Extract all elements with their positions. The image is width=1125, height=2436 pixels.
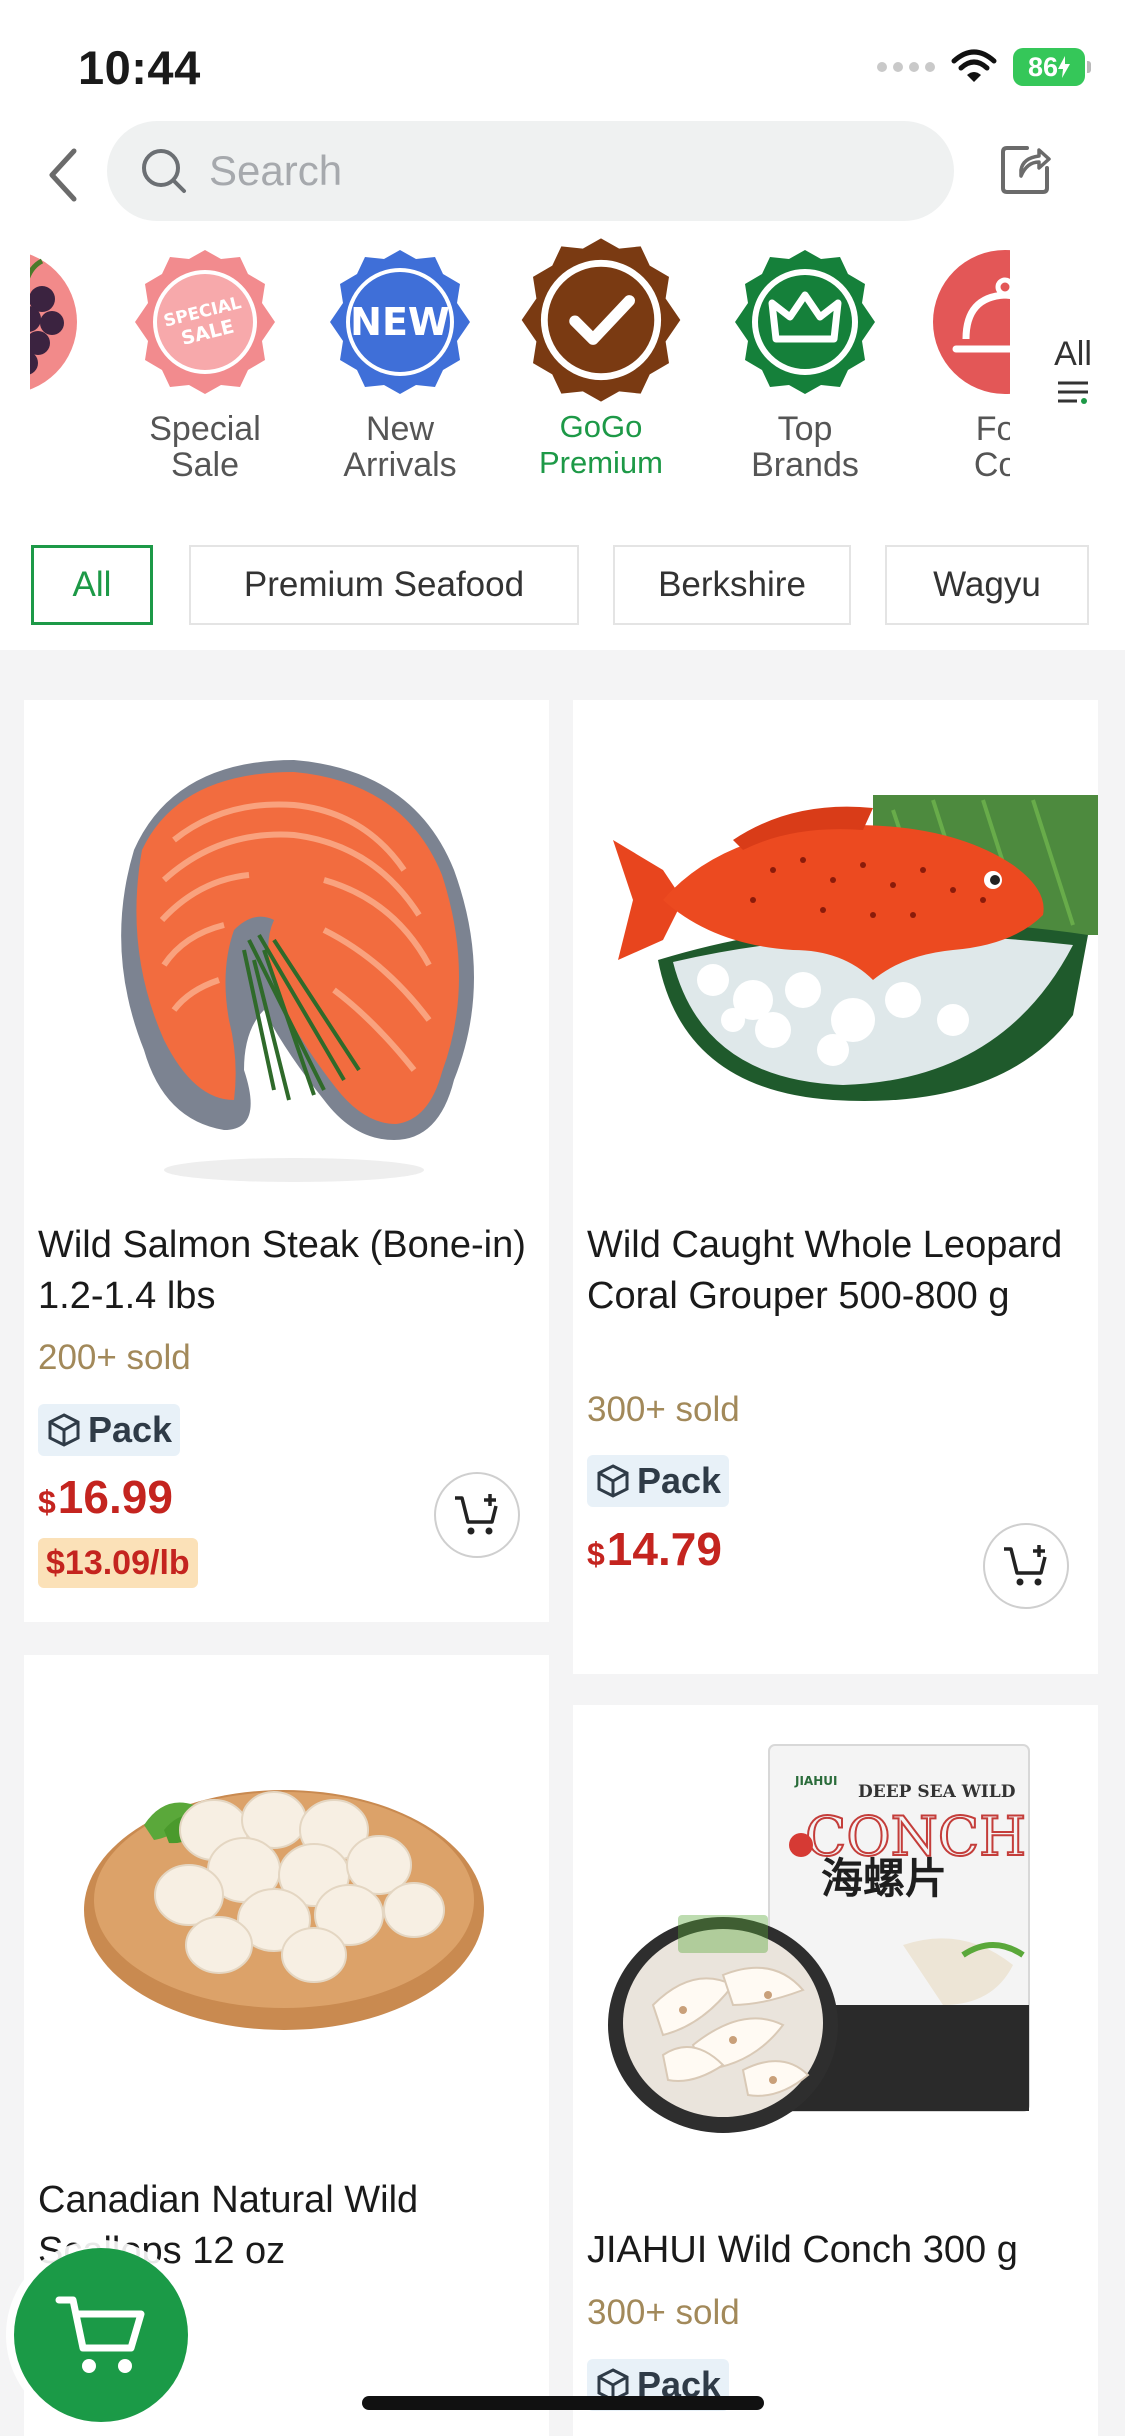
svg-text:NEW: NEW (350, 300, 450, 344)
search-icon (137, 144, 191, 198)
shopping-cart-icon (55, 2296, 145, 2373)
product-sold-count: 200+ sold (38, 1338, 191, 1377)
price-currency: $ (38, 1484, 56, 1520)
price-amount: 16.99 (57, 1471, 173, 1523)
product-title[interactable]: JIAHUI Wild Conch 300 g (587, 2225, 1087, 2276)
category-label: New Arrivals (343, 410, 457, 484)
add-to-cart-button[interactable] (434, 1472, 520, 1558)
filter-chip-bar: All Premium Seafood Berkshire Wagyu (0, 515, 1125, 650)
crown-icon (730, 247, 880, 397)
category-gogo-premium[interactable]: GoGo Premium (506, 238, 696, 481)
product-title[interactable]: Wild Caught Whole Leopard Coral Grouper … (587, 1220, 1087, 1322)
pack-label: Pack (88, 1409, 173, 1450)
back-button[interactable] (30, 137, 96, 213)
package-icon (48, 1413, 80, 1447)
all-categories-label: All (1054, 335, 1092, 373)
status-icons: 86 (877, 48, 1091, 86)
category-carousel: it SPECIAL SALE Special Sale NEW (0, 235, 1125, 515)
premium-check-icon (516, 235, 686, 405)
grapes-icon (30, 247, 80, 397)
new-badge-icon: NEW (325, 247, 475, 397)
filter-chip-berkshire[interactable]: Berkshire (613, 545, 851, 625)
special-sale-icon: SPECIAL SALE (130, 247, 280, 397)
category-label: GoGo Premium (538, 409, 663, 480)
product-image-conch[interactable]: JIAHUI DEEP SEA WILD CONCH 海螺片 (573, 1705, 1098, 2205)
category-new-arrivals[interactable]: NEW New Arrivals (305, 247, 495, 483)
cellular-signal-icon (877, 62, 935, 72)
product-sold-count: 300+ sold (587, 1390, 740, 1429)
status-time: 10:44 (78, 41, 201, 94)
category-top-brands[interactable]: Top Brands (710, 247, 900, 483)
category-fruit[interactable]: it (30, 247, 100, 447)
category-scroll-area[interactable]: it SPECIAL SALE Special Sale NEW (30, 235, 1010, 515)
category-label: Special Sale (149, 410, 261, 484)
package-sub-text: DEEP SEA WILD (858, 1782, 1016, 1802)
charging-bolt-icon (1058, 56, 1071, 78)
product-title[interactable]: Wild Salmon Steak (Bone-in) 1.2-1.4 lbs (38, 1220, 538, 1322)
category-label: Top Brands (751, 410, 859, 484)
chevron-left-icon (49, 148, 77, 202)
cart-plus-icon (455, 1494, 498, 1535)
filter-chip-premium-seafood[interactable]: Premium Seafood (189, 545, 579, 625)
product-image-scallops[interactable] (24, 1655, 549, 2155)
package-brand-text: JIAHUI (794, 1774, 837, 1788)
status-bar: 10:44 86 (0, 0, 1125, 115)
search-input[interactable]: Search (107, 121, 954, 221)
home-indicator[interactable] (362, 2396, 764, 2410)
filter-lines-icon (1058, 381, 1088, 404)
floating-cart-button[interactable] (14, 2248, 188, 2422)
package-icon (597, 1464, 629, 1498)
wifi-icon (951, 49, 997, 82)
share-icon (1001, 146, 1051, 194)
product-image-salmon-steak[interactable] (24, 700, 549, 1210)
product-price: $ 16.99 (38, 1470, 173, 1524)
price-amount: 14.79 (606, 1523, 722, 1575)
category-food-court[interactable]: Foo Cou (910, 247, 1010, 483)
cart-plus-icon (1004, 1545, 1047, 1586)
unit-price-badge: $13.09/lb (38, 1538, 198, 1588)
product-image-coral-grouper[interactable] (573, 700, 1098, 1210)
filter-chip-all[interactable]: All (31, 545, 153, 625)
product-card[interactable]: JIAHUI DEEP SEA WILD CONCH 海螺片 JIAHUI Wi… (573, 1705, 1098, 2436)
product-price: $ 14.79 (587, 1522, 722, 1576)
product-sold-count: 300+ sold (587, 2293, 740, 2332)
cloche-icon (930, 247, 1010, 397)
pack-badge: Pack (587, 1455, 730, 1507)
top-navigation: Search (0, 115, 1125, 235)
price-currency: $ (587, 1536, 605, 1572)
pack-label: Pack (637, 1460, 722, 1501)
share-button[interactable] (990, 135, 1060, 205)
filter-chip-wagyu[interactable]: Wagyu (885, 545, 1089, 625)
all-categories-button[interactable]: All (1040, 335, 1106, 406)
search-placeholder: Search (209, 147, 343, 194)
pack-badge: Pack (38, 1404, 181, 1456)
product-card[interactable]: Wild Salmon Steak (Bone-in) 1.2-1.4 lbs … (24, 700, 549, 1622)
category-label: Foo Cou (973, 410, 1010, 484)
category-special-sale[interactable]: SPECIAL SALE Special Sale (110, 247, 300, 483)
package-chinese-text: 海螺片 (821, 1854, 947, 1903)
product-card[interactable]: Wild Caught Whole Leopard Coral Grouper … (573, 700, 1098, 1674)
battery-level: 86 (1027, 51, 1059, 82)
battery-icon: 86 (1013, 48, 1091, 86)
add-to-cart-button[interactable] (983, 1523, 1069, 1609)
